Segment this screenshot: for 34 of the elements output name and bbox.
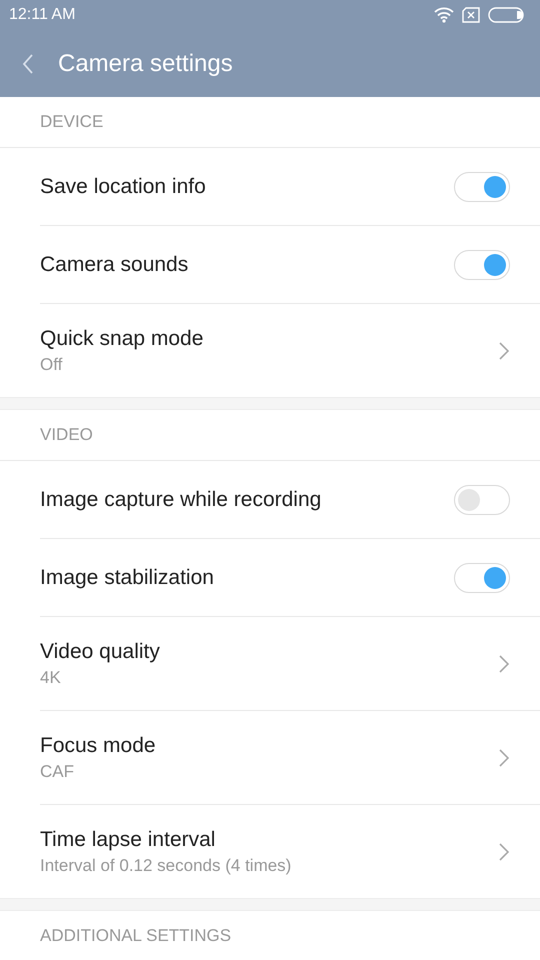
setting-value: 4K (40, 668, 62, 688)
setting-value: Interval of 0.12 seconds (4 times) (40, 856, 292, 876)
setting-value: Off (40, 354, 64, 374)
setting-label: Quick snap mode (40, 326, 204, 350)
setting-label: Focus mode (40, 734, 156, 758)
setting-row[interactable]: Time lapse interval Interval of 0.12 seconds (4 times) (40, 805, 540, 898)
toggle-switch[interactable] (454, 172, 510, 202)
battery-icon (488, 7, 526, 23)
setting-label: Time lapse interval (40, 828, 216, 852)
chevron-right-icon (498, 340, 510, 360)
setting-row[interactable]: Focus mode CAF (40, 711, 540, 805)
status-time: 12:11 AM (9, 6, 76, 24)
setting-label: Camera sounds (40, 252, 188, 276)
setting-label: Image stabilization (40, 566, 214, 590)
toggle-switch[interactable] (454, 562, 510, 592)
section-header: ADDITIONAL SETTINGS (40, 926, 232, 946)
screen-title: Camera settings (58, 50, 233, 78)
setting-label: Video quality (40, 640, 160, 664)
setting-value: CAF (40, 762, 75, 782)
back-icon (22, 52, 34, 74)
chevron-right-icon (498, 654, 510, 674)
setting-label: Save location info (40, 174, 206, 198)
back-button[interactable] (22, 52, 34, 74)
section-header: VIDEO (40, 425, 93, 445)
toggle-switch[interactable] (454, 250, 510, 280)
setting-label: Image capture while recording (40, 488, 322, 512)
chevron-right-icon (498, 748, 510, 768)
setting-row[interactable]: Quick snap mode Off (40, 304, 540, 397)
wifi-icon (434, 7, 454, 23)
section-header: DEVICE (40, 112, 104, 132)
setting-row[interactable]: Video quality 4K (40, 617, 540, 711)
chevron-right-icon (498, 842, 510, 862)
toggle-switch[interactable] (454, 484, 510, 514)
sim-x-icon (462, 7, 480, 23)
